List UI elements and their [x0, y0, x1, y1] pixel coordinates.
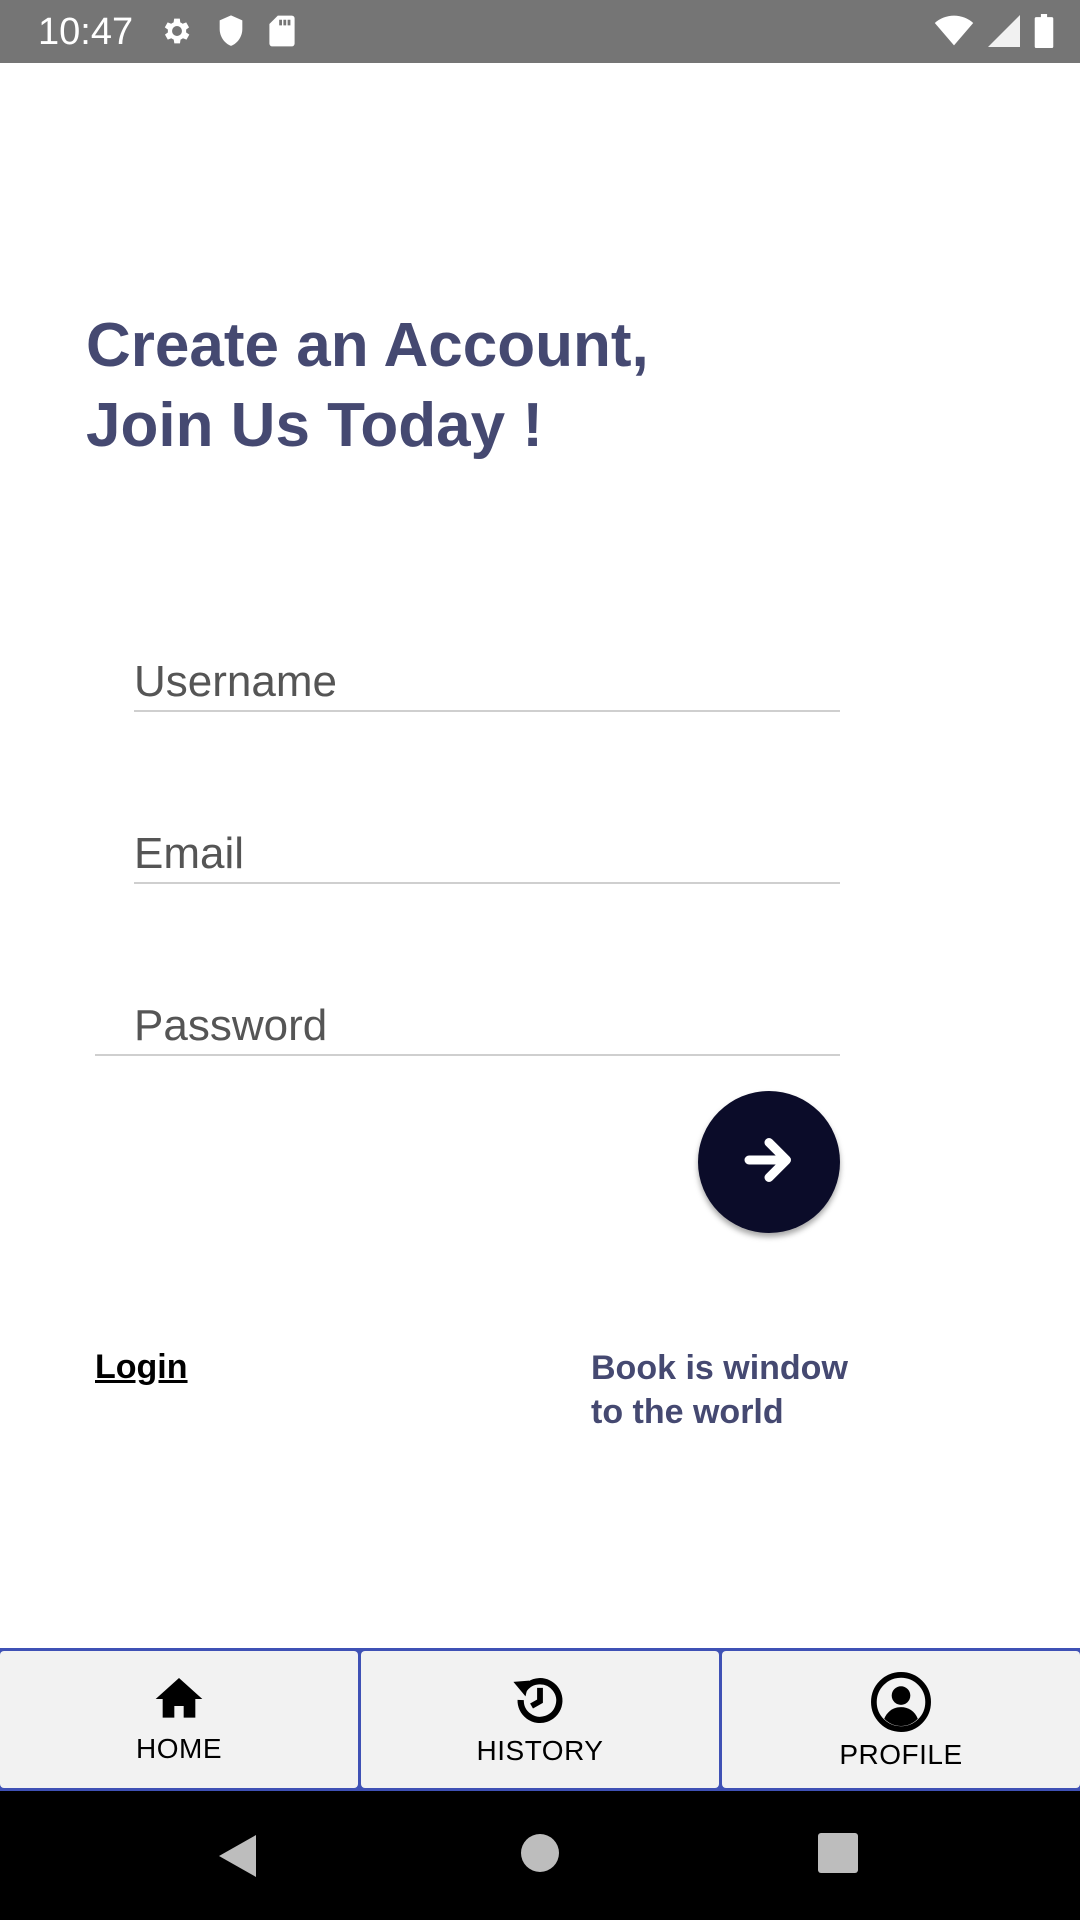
home-circle-icon[interactable]: [520, 1833, 560, 1878]
email-field[interactable]: [134, 824, 840, 884]
shield-icon: [216, 14, 246, 48]
tagline-line-1: Book is window: [591, 1349, 848, 1387]
username-input[interactable]: [134, 654, 840, 710]
nav-label-history: HISTORY: [476, 1735, 604, 1766]
arrow-right-icon: [739, 1130, 799, 1195]
gear-icon: [160, 14, 194, 48]
page-title: Create an Account, Join Us Today !: [86, 306, 649, 466]
status-icons-left: [160, 14, 296, 48]
sd-card-icon: [268, 14, 296, 48]
email-input[interactable]: [134, 826, 840, 882]
nav-label-profile: PROFILE: [839, 1739, 963, 1770]
tagline: Book is window to the world: [591, 1346, 848, 1434]
nav-item-home[interactable]: HOME: [0, 1651, 358, 1788]
back-icon[interactable]: [216, 1833, 258, 1884]
home-icon: [151, 1671, 207, 1727]
username-field[interactable]: [134, 652, 840, 712]
tagline-line-2: to the world: [591, 1393, 784, 1431]
password-input[interactable]: [95, 998, 840, 1054]
signal-icon: [988, 15, 1020, 47]
profile-icon: [870, 1671, 932, 1733]
title-line-2: Join Us Today !: [86, 391, 544, 460]
wifi-icon: [934, 15, 974, 47]
title-line-1: Create an Account,: [86, 311, 649, 380]
nav-item-profile[interactable]: PROFILE: [722, 1651, 1080, 1788]
system-navigation-bar: [0, 1791, 1080, 1920]
bottom-navigation: HOME HISTORY PROFILE: [0, 1648, 1080, 1791]
password-field[interactable]: [95, 996, 840, 1056]
status-bar: 10:47: [0, 0, 1080, 63]
login-link[interactable]: Login: [95, 1348, 188, 1387]
history-icon: [511, 1671, 569, 1729]
recents-icon[interactable]: [818, 1833, 858, 1878]
battery-icon: [1034, 14, 1054, 48]
status-time: 10:47: [38, 11, 134, 53]
submit-button[interactable]: [698, 1091, 840, 1233]
nav-label-home: HOME: [136, 1733, 222, 1764]
nav-item-history[interactable]: HISTORY: [361, 1651, 719, 1788]
status-icons-right: [934, 14, 1054, 48]
